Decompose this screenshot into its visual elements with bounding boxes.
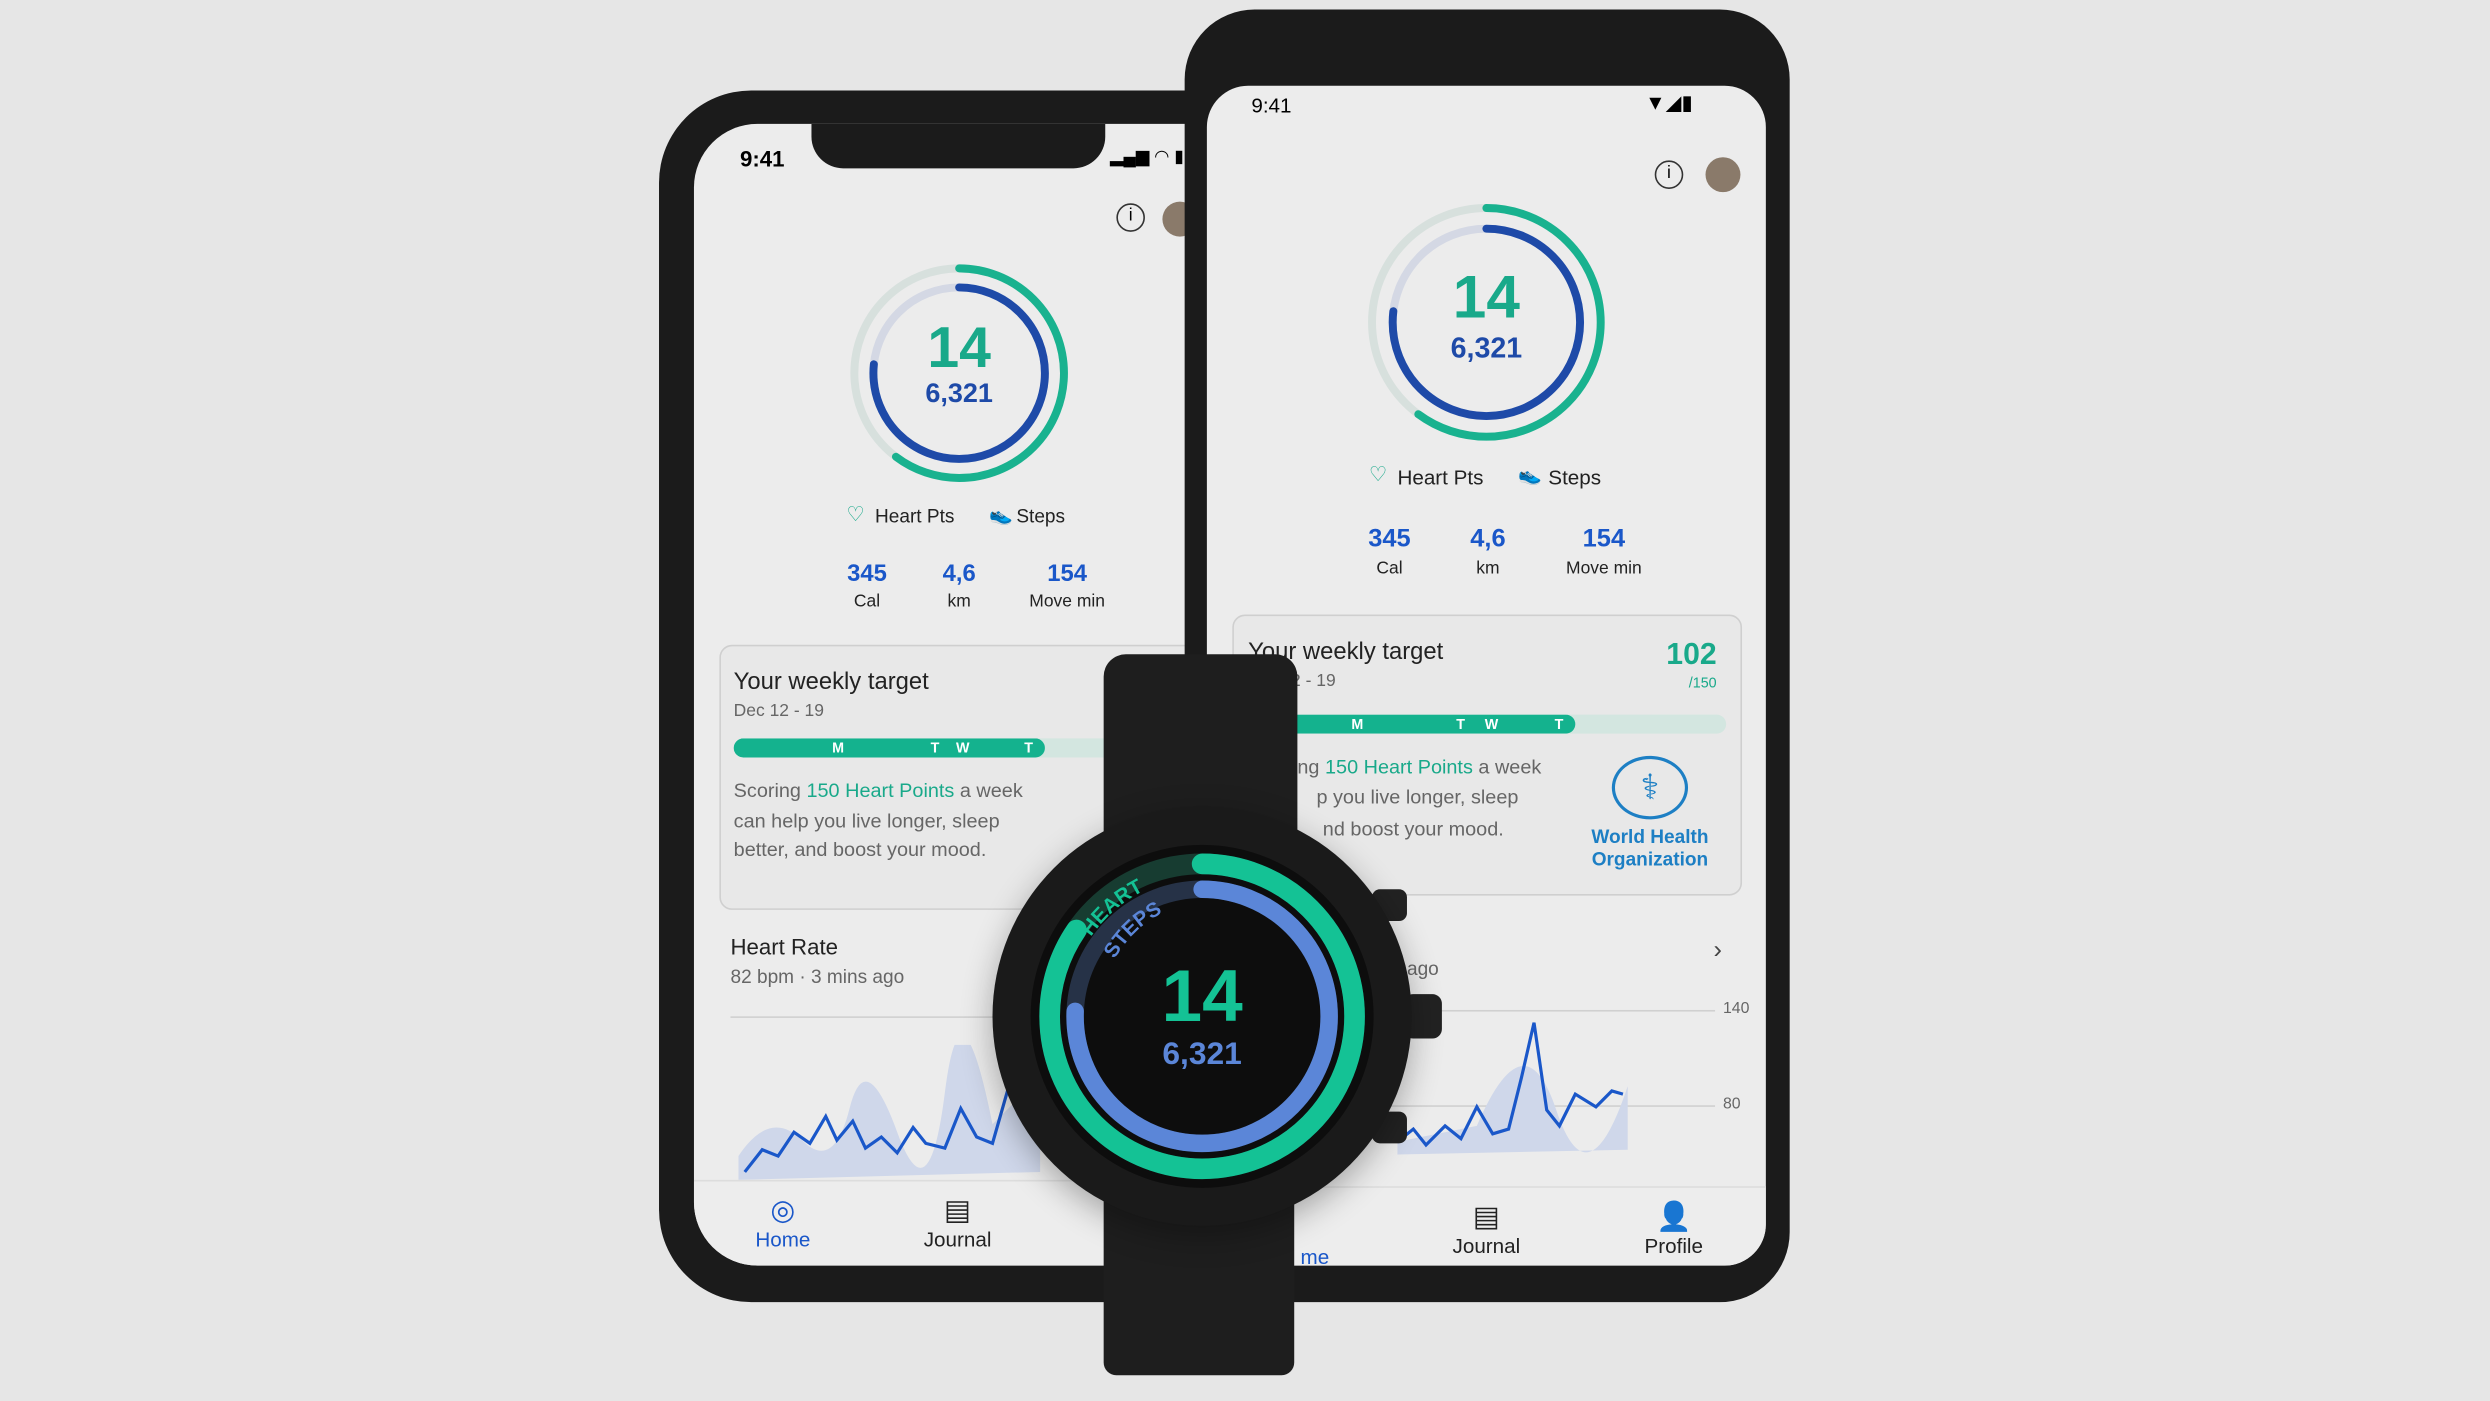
info-icon[interactable]: i xyxy=(1654,160,1684,189)
steps-icon: 👟 xyxy=(989,503,1014,526)
steps-value: 6,321 xyxy=(925,377,993,409)
who-logo: ⚕ xyxy=(1611,755,1689,820)
day-m: M xyxy=(832,740,845,756)
stat-cal-value: 345 xyxy=(847,560,887,588)
nav-profile[interactable]: 👤 Profile xyxy=(1644,1201,1703,1258)
stat-cal-value: 345 xyxy=(1368,525,1411,553)
stat-move-value: 154 xyxy=(1582,525,1626,553)
day-t2: T xyxy=(1554,716,1564,733)
nav-home[interactable]: ◎ Home xyxy=(755,1194,810,1251)
profile-icon: 👤 xyxy=(1655,1200,1692,1233)
status-time: 9:41 xyxy=(1251,93,1292,118)
legend-heart-pts: Heart Pts xyxy=(874,504,955,528)
weekly-text-line2: can help you live longer, sleep xyxy=(733,809,1000,833)
info-icon[interactable]: i xyxy=(1116,203,1145,232)
status-time: 9:41 xyxy=(740,146,785,172)
heart-icon: ♡ xyxy=(846,501,865,526)
nav-home[interactable]: me xyxy=(1301,1245,1330,1266)
home-icon: ◎ xyxy=(770,1194,796,1226)
signal-wifi-battery-icon: ▂▄▆ ◠ ▮ xyxy=(1110,147,1184,167)
weekly-title: Your weekly target xyxy=(733,668,929,696)
stat-move-value: 154 xyxy=(1047,560,1088,588)
day-t2: T xyxy=(1024,740,1033,756)
weekly-dates: 2 - 19 xyxy=(1291,671,1336,691)
weekly-dates: Dec 12 - 19 xyxy=(733,701,824,721)
heart-rate-subtitle: 82 bpm · 3 mins ago xyxy=(730,965,905,988)
wifi-signal-battery-icon: ▼◢▮ xyxy=(1645,90,1693,115)
heart-points-value: 14 xyxy=(927,314,991,380)
legend-steps: Steps xyxy=(1548,465,1602,490)
avatar[interactable] xyxy=(1705,157,1741,193)
who-line1: World Health xyxy=(1591,825,1709,848)
weekly-text-line3: better, and boost your mood. xyxy=(733,838,987,861)
stat-cal-label: Cal xyxy=(853,592,881,612)
weekly-progress-fill xyxy=(733,738,1045,758)
steps-icon: 👟 xyxy=(1518,463,1542,486)
watch-heart-points: 14 xyxy=(1161,954,1243,1037)
journal-icon: ▤ xyxy=(944,1194,972,1226)
weekly-goal: /150 xyxy=(1688,674,1717,691)
day-m: M xyxy=(1351,716,1364,733)
weekly-progress-fill xyxy=(1256,714,1576,734)
weekly-text-line3: nd boost your mood. xyxy=(1322,817,1504,841)
weekly-text-line1: Scoring 150 Heart Points a week xyxy=(733,779,1023,802)
heart-rate-subtitle-partial: ago xyxy=(1406,957,1439,980)
axis-label-80: 80 xyxy=(1722,1095,1741,1114)
day-t: T xyxy=(1456,716,1465,733)
axis-label-140: 140 xyxy=(1722,1000,1750,1018)
stat-km-label: km xyxy=(947,592,971,612)
heart-rate-title[interactable]: Heart Rate xyxy=(730,934,838,959)
day-w: W xyxy=(1484,716,1499,733)
watch-steps: 6,321 xyxy=(1162,1036,1242,1072)
stat-km-value: 4,6 xyxy=(942,560,976,588)
legend-steps: Steps xyxy=(1016,504,1066,528)
nav-journal[interactable]: ▤ Journal xyxy=(1453,1201,1521,1258)
day-w: W xyxy=(955,740,970,756)
who-line2: Organization xyxy=(1591,847,1709,871)
weekly-text-line1: ng 150 Heart Points a week xyxy=(1297,755,1542,779)
chevron-right-icon[interactable]: › xyxy=(1713,937,1721,966)
heart-points-value: 14 xyxy=(1452,265,1520,332)
weekly-text-line2: p you live longer, sleep xyxy=(1316,786,1519,809)
day-t: T xyxy=(930,740,940,756)
stat-km-label: km xyxy=(1476,558,1500,579)
stat-km-value: 4,6 xyxy=(1470,525,1506,553)
stat-cal-label: Cal xyxy=(1376,558,1403,579)
stat-move-label: Move min xyxy=(1029,592,1105,612)
weekly-progress-bar: M T W T xyxy=(1256,714,1727,734)
notch xyxy=(811,123,1106,169)
stat-move-label: Move min xyxy=(1566,558,1642,579)
heart-icon: ♡ xyxy=(1368,462,1388,486)
legend-heart-pts: Heart Pts xyxy=(1397,465,1484,490)
journal-icon: ▤ xyxy=(1472,1200,1500,1233)
steps-value: 6,321 xyxy=(1450,331,1523,364)
nav-journal[interactable]: ▤ Journal xyxy=(924,1194,992,1251)
weekly-score: 102 xyxy=(1666,638,1717,672)
